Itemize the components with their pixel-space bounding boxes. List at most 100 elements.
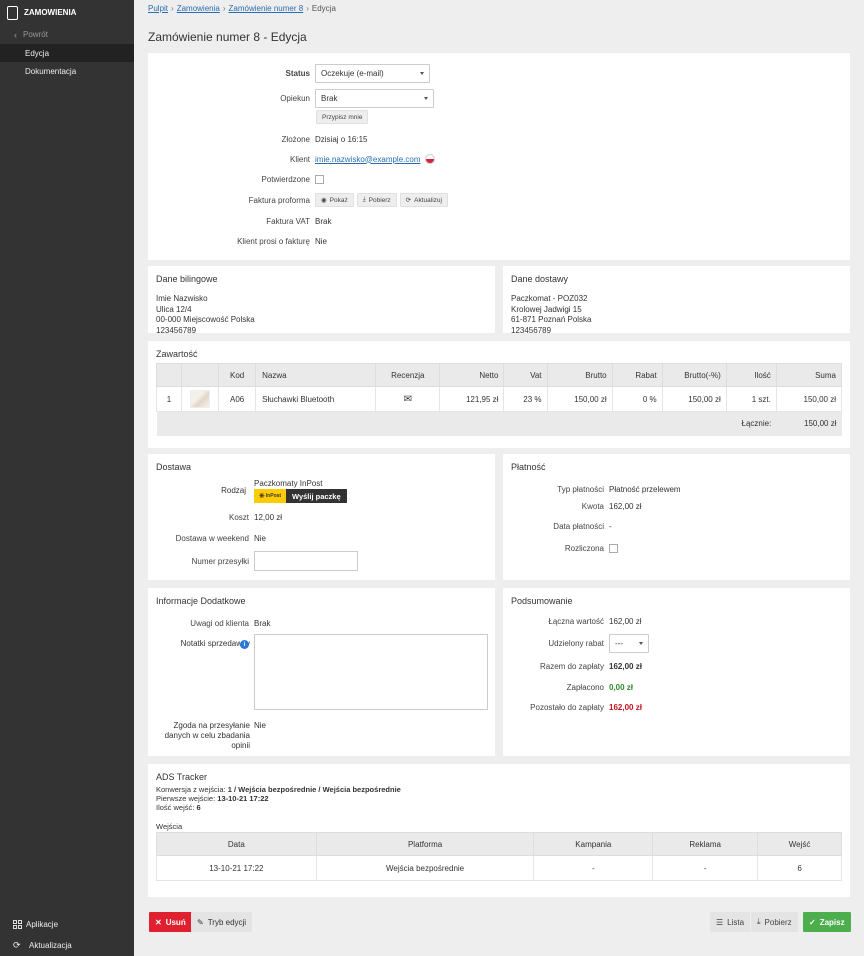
vat-value: Brak [315,216,332,226]
proforma-show-button[interactable]: ◉ Pokaż [315,193,354,207]
caret-down-icon [420,71,424,75]
to-pay-value: 162,00 zł [609,661,642,671]
table-header-row: Data Platforma Kampania Reklama Wejść [156,832,842,856]
weekend-value: Nie [254,533,267,543]
summary-panel: Podsumowanie Łączna wartość 162,00 zł Ud… [503,588,850,756]
address-line: Ulica 12/4 [156,304,192,314]
additional-title: Informacje Dodatkowe [156,596,246,606]
entry-count-line: Ilość wejść: 6 [156,803,201,812]
shipping-title: Dane dostawy [511,274,569,284]
col-header: Recenzja [375,363,441,387]
tablet-icon [7,5,18,20]
weekend-label: Dostawa w weekend [175,533,249,543]
status-label: Status [285,68,310,78]
potwierdzone-label: Potwierdzone [261,174,310,184]
payment-type-value: Płatność przelewem [609,484,681,494]
discount-select[interactable]: --- [609,633,649,653]
button-label: Pobierz [368,196,391,204]
sidebar-item-aktualizacja[interactable]: ⟳ Aktualizacja [0,935,134,956]
cell-data: 13-10-21 17:22 [156,855,317,881]
product-thumbnail[interactable] [181,386,220,412]
left-to-pay-label: Pozostało do zapłaty [530,702,604,712]
save-button[interactable]: ✓ Zapisz [803,912,851,932]
sun-icon: ✳ [258,493,265,500]
payment-type-label: Typ płatności [557,484,604,494]
address-line: 61-871 Poznań Polska [511,315,592,324]
sidebar-item-dokumentacja[interactable]: Dokumentacja [0,62,134,80]
app-header[interactable]: ZAMOWIENIA [0,0,134,25]
confirmed-checkbox[interactable] [315,174,324,184]
payment-panel: Płatność Typ płatności Płatność przelewe… [503,454,850,580]
discount-value: --- [615,638,623,648]
tracking-label: Numer przesyłki [191,556,249,566]
col-header: Suma [775,363,843,387]
cell-netto: 121,95 zł [439,386,505,412]
klient-label: Klient [289,154,310,164]
opiekun-label: Opiekun [280,93,310,103]
button-label: Lista [727,917,745,927]
page-title: Zamówienie numer 8 - Edycja [148,30,307,44]
caret-down-icon [424,96,428,100]
opiekun-select[interactable]: Brak [315,88,434,108]
download-button[interactable]: ⤓ Pobierz [751,912,798,932]
col-header: Vat [503,363,548,387]
to-pay-label: Razem do zapłaty [539,661,604,671]
entry-count-value: 6 [196,803,201,812]
consent-label-line: Zgoda na przesyłanie [173,721,251,730]
col-header: Brutto [546,363,613,387]
breadcrumb-link[interactable]: Pulpit [148,4,168,13]
discount-label: Udzielony rabat [548,638,604,648]
cell-ilosc: 1 szt. [725,386,777,412]
status-select[interactable]: Oczekuje (e-mail) [315,63,430,83]
pencil-icon: ✎ [197,917,204,927]
address-line: 123456789 [156,325,197,335]
back-label: Powrót [23,30,48,39]
proforma-download-button[interactable]: ⤓ Pobierz [356,193,397,207]
tracking-number-input[interactable] [254,551,358,571]
assign-me-button[interactable]: Przypisz mnie [316,110,369,124]
col-header [181,363,220,387]
col-header: Wejść [757,832,842,856]
billing-title: Dane bilingowe [156,274,218,284]
button-label: Pokaż [329,196,348,204]
table-header-row: Kod Nazwa Recenzja Netto Vat Brutto Raba… [155,363,843,387]
refresh-icon: ⟳ [405,197,412,204]
sidebar-item-edycja[interactable]: Edycja [0,44,134,62]
main-content: Pulpit › Zamowienia › Zamówienie numer 8 › Edy… [134,0,864,956]
left-to-pay-value: 162,00 zł [609,702,642,712]
settled-checkbox[interactable] [609,543,618,553]
entry-count-label: Ilość wejść: [156,803,195,812]
product-image [190,390,211,408]
contents-table: Kod Nazwa Recenzja Netto Vat Brutto Raba… [155,363,843,436]
button-label: Zapisz [819,917,845,927]
review-cell: ✉ [375,386,441,412]
eye-icon: ◉ [321,197,327,204]
col-header: Rabat [611,363,663,387]
delete-button[interactable]: ✕ Usuń [149,912,192,932]
back-link[interactable]: ‹ Powrót [0,25,134,44]
col-header: Data [156,832,317,856]
list-button[interactable]: ☰ Lista [710,912,751,932]
client-email-link[interactable]: imie.nazwisko@example.com [315,155,421,164]
summary-title: Podsumowanie [511,596,573,606]
breadcrumb-link[interactable]: Zamowienia [177,4,220,13]
ads-title: ADS Tracker [156,772,208,782]
cell-wejsc: 6 [757,855,842,881]
col-header [155,363,183,387]
inpost-logo-text: InPost [265,493,282,499]
breadcrumb-link[interactable]: Zamówienie numer 8 [229,4,304,13]
info-icon[interactable]: i [240,640,249,649]
inpost-logo: ✳ InPost [254,489,286,503]
sidebar-item-label: Edycja [25,48,50,58]
consent-label: Zgoda na przesyłanie danych w celu zbada… [148,721,250,751]
send-parcel-button[interactable]: ✳ InPost Wyślij paczkę [254,489,347,503]
envelope-icon[interactable]: ✉ [404,394,412,405]
sidebar-item-aplikacje[interactable]: Aplikacje [0,914,134,935]
col-header: Kod [218,363,257,387]
seller-notes-textarea[interactable] [254,634,488,710]
kwota-label: Kwota [581,501,604,511]
edit-mode-button[interactable]: ✎ Tryb edycji [191,912,253,932]
proforma-update-button[interactable]: ⟳ Aktualizuj [399,193,448,207]
vat-label: Faktura VAT [266,216,310,226]
cell-brutto: 150,00 zł [546,386,613,412]
